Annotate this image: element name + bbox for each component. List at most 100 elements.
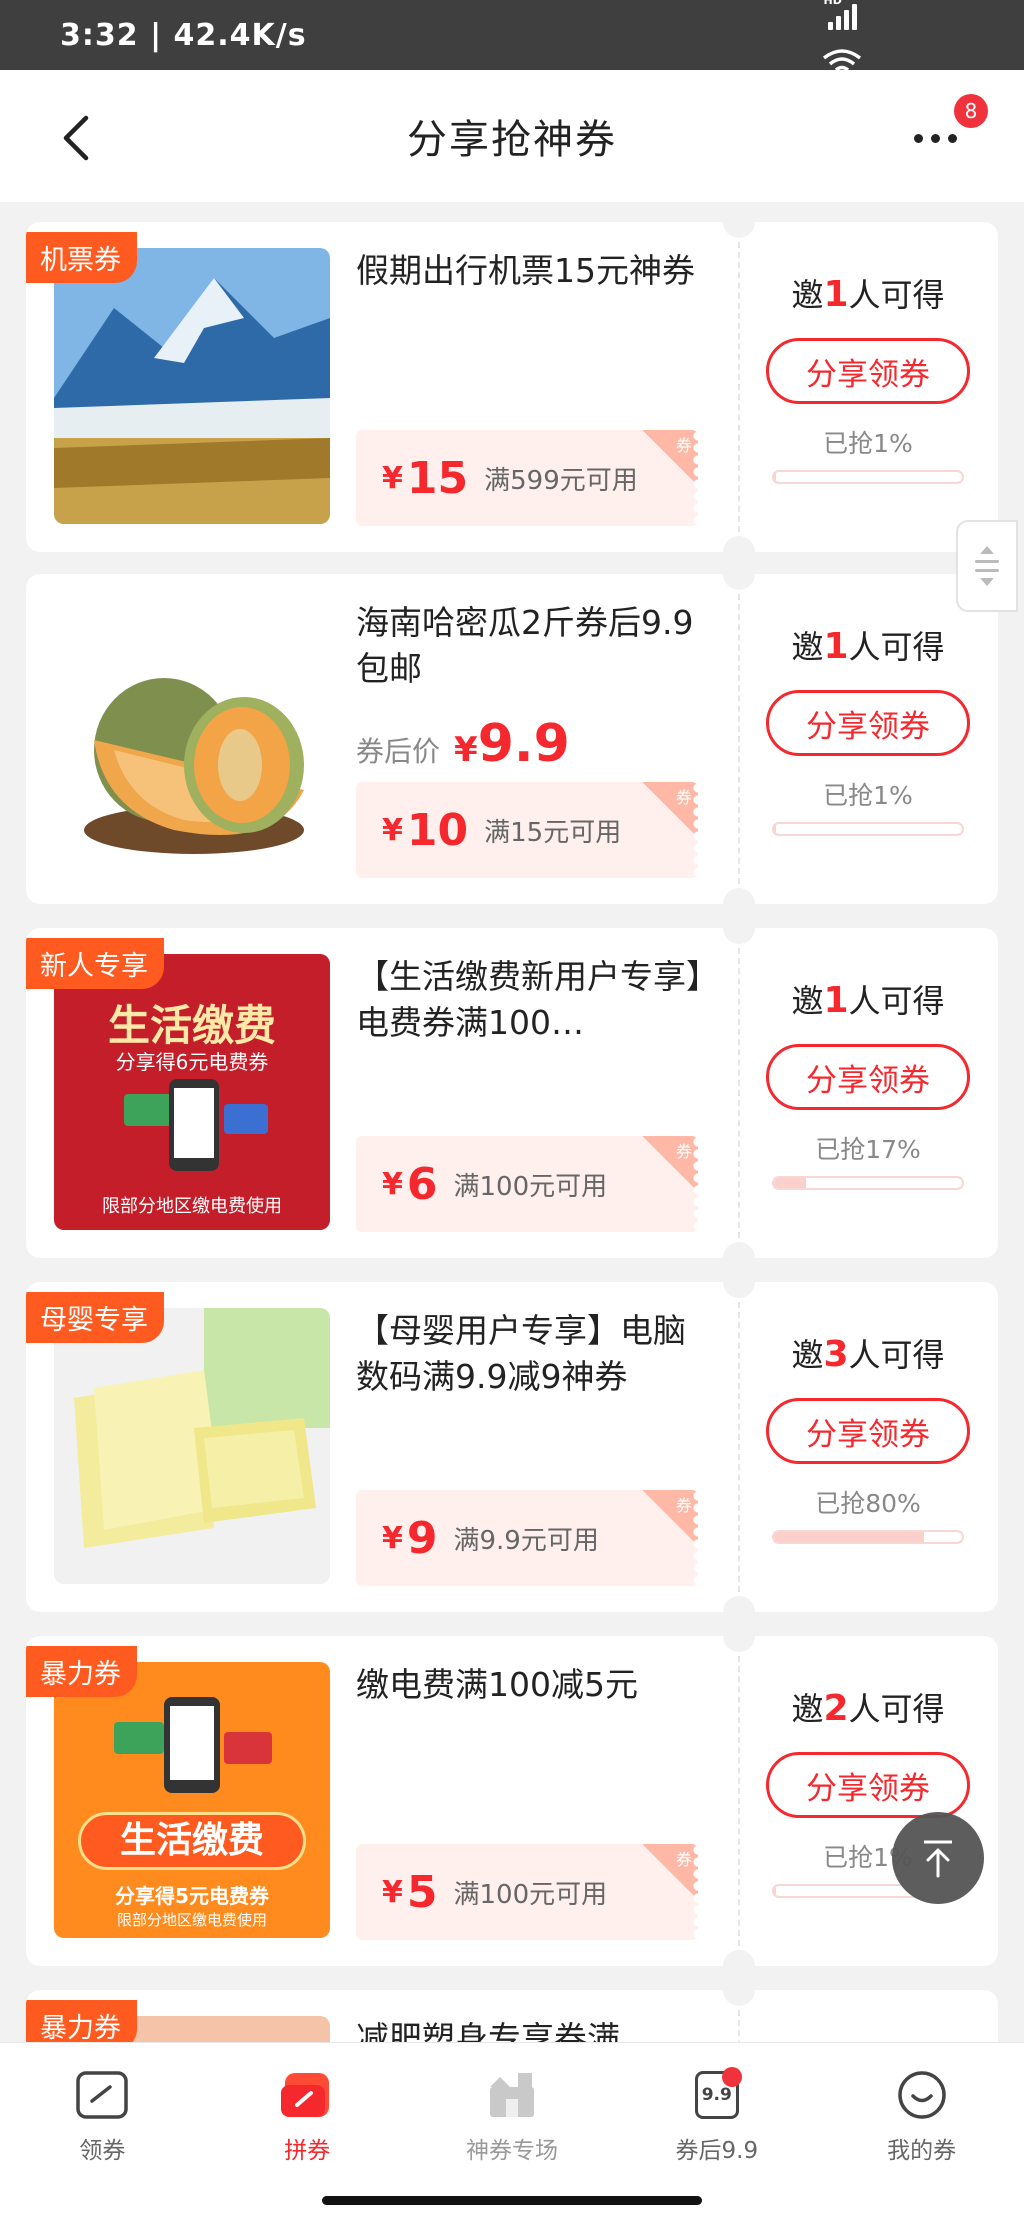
tab-coupons[interactable]: 领券 — [0, 2043, 205, 2219]
invite-text: 邀1人可得 — [791, 980, 945, 1021]
coupon-currency: ¥ — [382, 1166, 403, 1202]
share-claim-button[interactable]: 分享领券 — [766, 1398, 970, 1464]
card-tag: 暴力券 — [26, 1646, 137, 1697]
back-arrow-icon[interactable] — [56, 110, 106, 166]
coupon-currency: ¥ — [382, 460, 403, 496]
coupon-icon — [76, 2071, 129, 2119]
coupon-condition: 满100元可用 — [453, 1879, 608, 1910]
thumb-footnote: 限部分地区缴电费使用 — [102, 1196, 282, 1217]
phone-payment-icon — [114, 1697, 272, 1793]
share-claim-button[interactable]: 分享领券 — [766, 690, 970, 756]
grabbed-percent: 已抢1% — [823, 429, 913, 458]
coupon-value-box: ¥ 10 满15元可用 券 — [356, 782, 698, 878]
product-name[interactable]: 减肥塑身专享券满 — [356, 2016, 716, 2042]
grab-progress-bar — [772, 1530, 964, 1544]
arrow-up-icon — [924, 1840, 952, 1878]
coupon-condition: 满100元可用 — [453, 1171, 608, 1202]
status-bar: 3:32 | 42.4K/s HD 77 — [0, 0, 1024, 126]
invite-text: 邀1人可得 — [791, 626, 945, 667]
share-claim-button[interactable]: 分享领券 — [766, 1752, 970, 1818]
coupon-card[interactable]: 暴力券 减肥塑身专享券满 — [26, 1990, 998, 2042]
price-value: 9.9 — [477, 714, 570, 774]
product-name[interactable]: 假期出行机票15元神券 — [356, 248, 716, 294]
product-name[interactable]: 【生活缴费新用户专享】电费券满100… — [356, 954, 716, 1046]
thumb-subtitle: 分享得6元电费券 — [115, 1050, 269, 1074]
card-tag: 机票券 — [26, 232, 137, 283]
more-menu-icon[interactable] — [914, 126, 974, 150]
coupon-amount: 10 — [406, 804, 469, 856]
thumb-title: 生活缴费 — [107, 1001, 276, 1050]
coupon-currency: ¥ — [382, 1520, 403, 1556]
grabbed-percent: 已抢80% — [815, 1489, 921, 1518]
price-label: 券后价 — [356, 735, 441, 768]
card-tag: 暴力券 — [26, 2000, 137, 2042]
network-label: HD — [823, 0, 842, 7]
coupon-card[interactable]: 海南哈密瓜2斤券后9.9包邮 券后价 ¥9.9 ¥ 10 满15元可用 券 邀1… — [26, 574, 998, 904]
coupon-currency: ¥ — [382, 812, 403, 848]
coupon-condition: 满9.9元可用 — [453, 1525, 599, 1556]
invite-text: 邀1人可得 — [791, 274, 945, 315]
coupon-amount: 15 — [406, 452, 469, 504]
signal-icon: HD — [824, 0, 857, 30]
side-drawer-handle[interactable] — [956, 520, 1018, 612]
smile-icon — [897, 2071, 946, 2119]
coupon-condition: 满15元可用 — [484, 817, 622, 848]
product-name[interactable]: 缴电费满100减5元 — [356, 1662, 716, 1708]
share-claim-button[interactable]: 分享领券 — [766, 1044, 970, 1110]
tab-label: 拼券 — [284, 2138, 331, 2164]
grab-progress-bar — [772, 470, 964, 484]
coupon-card[interactable]: 机票券 假期出行机票15元神券 ¥ 15 满599元可用 券 邀1人可得 分享领… — [26, 222, 998, 552]
coupon-amount: 5 — [406, 1866, 438, 1918]
product-image[interactable] — [54, 600, 330, 876]
tab-my-coupons[interactable]: 我的券 — [819, 2043, 1024, 2219]
coupon-value-box: ¥ 9 满9.9元可用 券 — [356, 1490, 698, 1586]
product-image[interactable]: 生活缴费 分享得6元电费券 限部分地区缴电费使用 — [54, 954, 330, 1230]
page-title: 分享抢神券 — [407, 117, 617, 163]
card-tag: 新人专享 — [26, 938, 164, 989]
thumb-footnote: 限部分地区缴电费使用 — [116, 1911, 267, 1929]
tab-label: 神券专场 — [465, 2138, 558, 2164]
tab-label: 券后9.9 — [675, 2138, 759, 2164]
coupon-value-box: ¥ 5 满100元可用 券 — [356, 1844, 698, 1940]
coupon-amount: 6 — [406, 1158, 438, 1210]
coupon-list[interactable]: 机票券 假期出行机票15元神券 ¥ 15 满599元可用 券 邀1人可得 分享领… — [0, 202, 1024, 2042]
invite-text: 邀2人可得 — [791, 1688, 945, 1729]
status-time: 3:32 | 42.4K/s — [60, 17, 307, 53]
coupon-card[interactable]: 暴力券 生活缴费 分享得5元电费券 限部分地区缴电费使用 缴电费满100减5元 … — [26, 1636, 998, 1966]
grab-progress-bar — [772, 822, 964, 836]
notification-badge: 8 — [954, 94, 988, 128]
coupon-amount: 9 — [406, 1512, 438, 1564]
coupon-value-box: ¥ 6 满100元可用 券 — [356, 1136, 698, 1232]
page-header: 分享抢神券 8 — [0, 70, 1024, 202]
card-tag: 母婴专享 — [26, 1292, 164, 1343]
pin-coupon-icon — [281, 2073, 330, 2117]
back-to-top-button[interactable] — [892, 1812, 984, 1904]
store-icon — [489, 2073, 534, 2117]
tab-special-coupons[interactable]: 神券专场 — [410, 2043, 615, 2219]
tab-label: 领券 — [79, 2138, 126, 2164]
tab-pin-coupons[interactable]: 拼券 — [205, 2043, 410, 2219]
coupon-card[interactable]: 母婴专享 【母婴用户专享】电脑数码满9.9减9神券 ¥ 9 满9.9元可用 券 … — [26, 1282, 998, 1612]
thumb-title: 生活缴费 — [78, 1812, 306, 1870]
invite-text: 邀3人可得 — [791, 1334, 945, 1375]
grabbed-percent: 已抢17% — [815, 1135, 921, 1164]
product-image[interactable] — [54, 248, 330, 524]
product-image[interactable] — [54, 1308, 330, 1584]
share-claim-button[interactable]: 分享领券 — [766, 338, 970, 404]
coupon-card[interactable]: 新人专享 生活缴费 分享得6元电费券 限部分地区缴电费使用 【生活缴费新用户专享… — [26, 928, 998, 1258]
bottom-tab-bar: 领券 拼券 神券专场 9.9 券后9.9 我的券 — [0, 2042, 1024, 2219]
tab-label: 我的券 — [887, 2138, 957, 2164]
post-coupon-price: 券后价 ¥9.9 — [356, 714, 570, 774]
coupon-value-box: ¥ 15 满599元可用 券 — [356, 430, 698, 526]
home-indicator[interactable] — [322, 2196, 702, 2205]
coupon-condition: 满599元可用 — [484, 465, 638, 496]
phone-payment-icon — [124, 1079, 268, 1171]
price-currency: ¥ — [454, 730, 478, 770]
tab-after-coupon-9-9[interactable]: 9.9 券后9.9 — [614, 2043, 819, 2219]
product-image[interactable]: 生活缴费 分享得5元电费券 限部分地区缴电费使用 — [54, 1662, 330, 1938]
grabbed-percent: 已抢1% — [823, 781, 913, 810]
coupon-currency: ¥ — [382, 1874, 403, 1910]
product-name[interactable]: 海南哈密瓜2斤券后9.9包邮 — [356, 600, 716, 692]
product-name[interactable]: 【母婴用户专享】电脑数码满9.9减9神券 — [356, 1308, 716, 1400]
thumb-subtitle: 分享得5元电费券 — [115, 1884, 269, 1908]
